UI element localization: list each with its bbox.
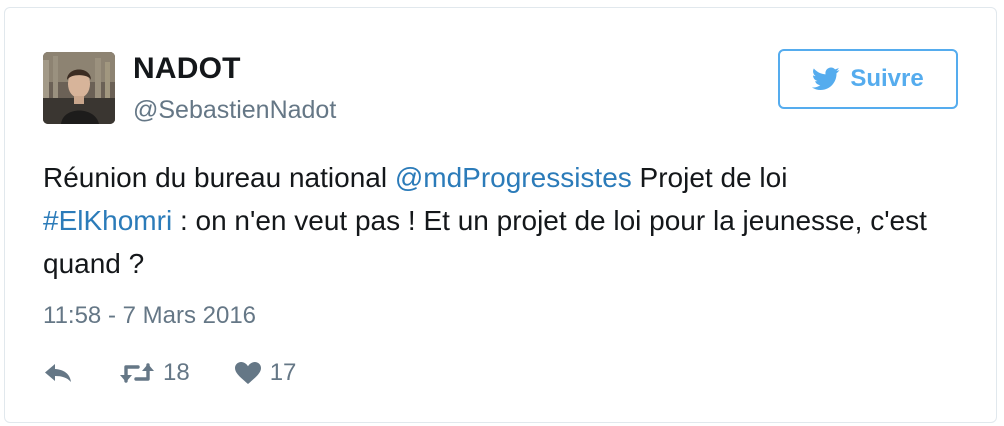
avatar[interactable] (43, 52, 115, 124)
tweet-text: Réunion du bureau national @mdProgressis… (43, 156, 943, 285)
tweet-text-part: : on n'en veut pas ! Et un projet de loi… (43, 205, 927, 279)
like-button[interactable]: 17 (234, 359, 297, 387)
author-name[interactable]: NADOT (133, 52, 241, 86)
heart-icon (234, 361, 262, 385)
author-handle[interactable]: @SebastienNadot (133, 96, 336, 125)
profile-photo (43, 52, 115, 124)
follow-button-label: Suivre (850, 65, 924, 92)
like-count: 17 (269, 359, 297, 386)
tweet-text-part: Projet de loi (631, 162, 788, 193)
twitter-bird-icon (812, 67, 840, 91)
follow-button[interactable]: Suivre (778, 49, 958, 109)
action-bar: 18 17 (43, 358, 296, 388)
timestamp-link[interactable]: 11:58 - 7 Mars 2016 (43, 302, 256, 330)
tweet-text-part: Réunion du bureau national (43, 162, 395, 193)
retweet-button[interactable]: 18 (119, 359, 190, 387)
reply-button[interactable] (43, 362, 75, 384)
retweet-icon (119, 361, 155, 385)
reply-icon (43, 362, 73, 384)
hashtag-link[interactable]: #ElKhomri (43, 205, 172, 236)
mention-link[interactable]: @mdProgressistes (395, 162, 632, 193)
tweet-card: NADOT @SebastienNadot Suivre Réunion du … (4, 7, 997, 423)
retweet-count: 18 (163, 359, 190, 386)
